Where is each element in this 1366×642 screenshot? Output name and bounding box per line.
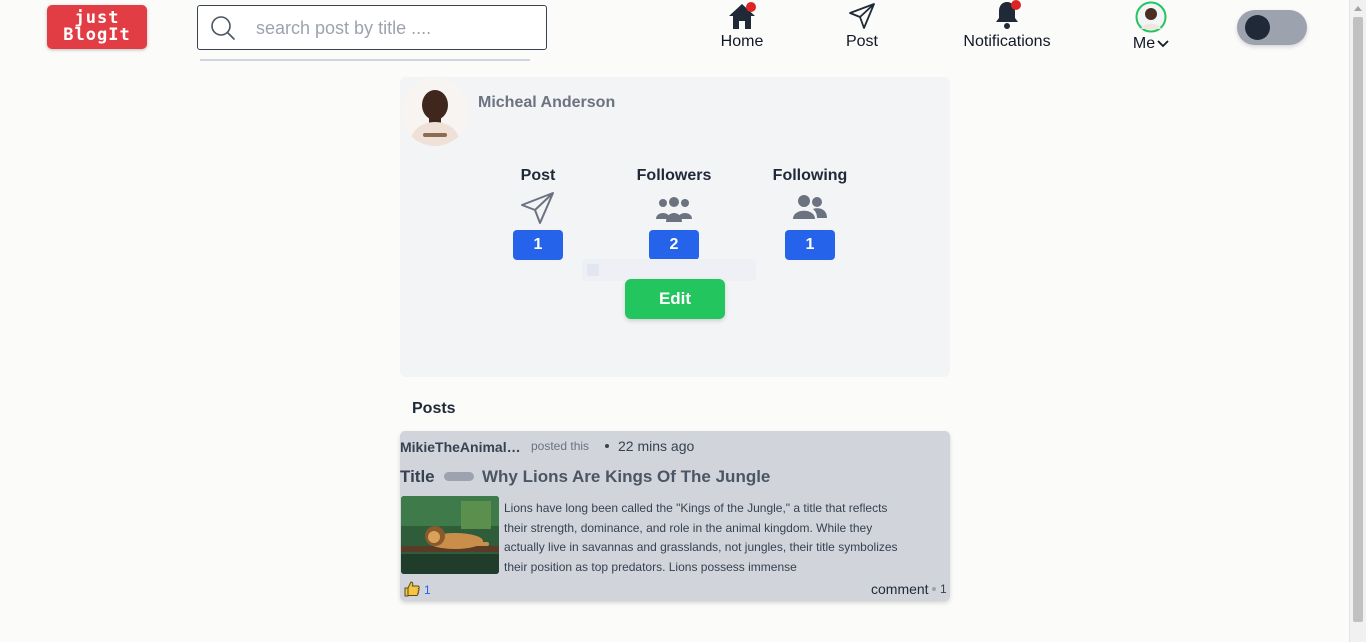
comment-button[interactable]: comment <box>871 581 929 597</box>
paper-plane-icon <box>849 3 875 29</box>
nav-home-label: Home <box>720 33 764 50</box>
profile-card: Micheal Anderson Post 1 Followers 2 Foll… <box>400 77 950 377</box>
stat-following-label: Following <box>772 167 848 184</box>
nav-notifications[interactable]: Notifications <box>960 0 1054 51</box>
home-notification-dot <box>746 2 756 12</box>
nav-home[interactable]: Home <box>716 0 768 51</box>
logo-line-2: BlogIt <box>63 25 131 45</box>
paper-plane-icon <box>521 192 554 224</box>
stat-posts: Post 1 <box>483 167 593 260</box>
scrollbar-thumb[interactable] <box>1353 17 1363 622</box>
comment-count: 1 <box>940 582 947 596</box>
profile-avatar[interactable] <box>401 78 469 146</box>
post-excerpt: Lions have long been called the "Kings o… <box>504 501 898 574</box>
like-count: 1 <box>424 583 431 597</box>
search-input[interactable] <box>256 15 526 41</box>
title-label: Title <box>400 467 435 486</box>
stat-following: Following 1 <box>755 167 865 260</box>
edit-profile-button[interactable]: Edit <box>625 279 725 319</box>
chevron-down-icon <box>1157 40 1169 48</box>
stat-posts-count[interactable]: 1 <box>513 230 563 260</box>
stat-following-count[interactable]: 1 <box>785 230 835 260</box>
nav-me[interactable]: Me <box>1128 0 1174 53</box>
posts-heading: Posts <box>412 400 456 417</box>
nav-notifications-label: Notifications <box>963 33 1051 50</box>
profile-name: Micheal Anderson <box>478 94 616 111</box>
scrollbar[interactable] <box>1349 0 1366 642</box>
comment-separator-dot <box>932 587 936 591</box>
user-group-icon <box>793 195 827 219</box>
post-time: 22 mins ago <box>618 438 695 454</box>
toggle-knob <box>1245 15 1270 40</box>
notification-dot <box>1011 0 1021 10</box>
thumbs-up-icon[interactable] <box>403 580 421 598</box>
stat-followers-label: Followers <box>636 167 712 184</box>
faded-tooltip <box>582 259 756 281</box>
nav-post[interactable]: Post <box>840 0 884 51</box>
nav-post-label: Post <box>845 33 878 50</box>
post-card[interactable]: MikieTheAnimalLover posted this 22 mins … <box>400 431 950 601</box>
posted-this-label: posted this <box>531 439 590 453</box>
post-author[interactable]: MikieTheAnimalLover <box>400 439 522 455</box>
post-thumbnail[interactable] <box>401 496 499 574</box>
logo[interactable]: just BlogIt <box>47 5 147 49</box>
search-icon[interactable] <box>210 15 236 41</box>
avatar <box>1135 1 1167 33</box>
theme-toggle[interactable] <box>1237 10 1307 45</box>
post-title[interactable]: Why Lions Are Kings Of The Jungle <box>482 467 770 487</box>
stat-posts-label: Post <box>520 167 556 184</box>
title-pill <box>444 472 474 481</box>
search-box <box>197 5 547 50</box>
nav-me-label: Me <box>1132 35 1156 52</box>
scroll-up-arrow-icon[interactable] <box>1354 6 1362 11</box>
search-divider <box>200 59 530 61</box>
lion-image <box>401 496 499 574</box>
stat-followers-count[interactable]: 2 <box>649 230 699 260</box>
stat-followers: Followers 2 <box>619 167 729 260</box>
people-group-icon <box>656 197 692 222</box>
separator-dot <box>605 444 609 448</box>
profile-photo <box>401 78 469 146</box>
